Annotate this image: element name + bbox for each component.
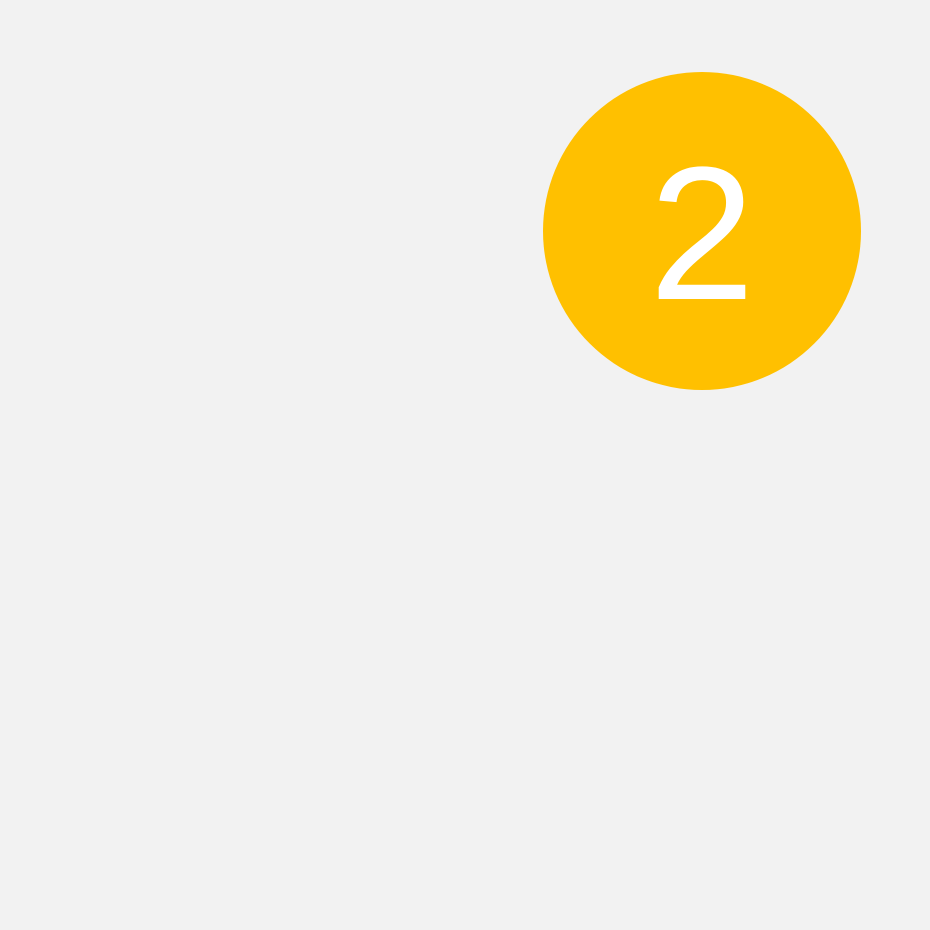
canvas: 2 xyxy=(0,0,930,930)
badge-count: 2 xyxy=(649,128,755,340)
notification-count-badge: 2 xyxy=(543,72,861,390)
